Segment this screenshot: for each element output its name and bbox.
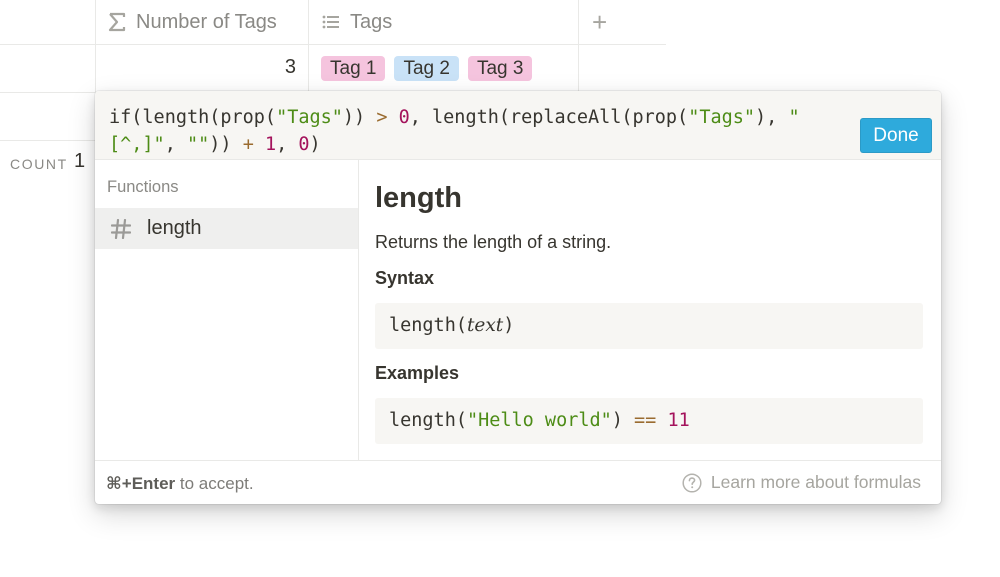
syntax-function: length( [389, 315, 467, 336]
help-circle-icon [682, 472, 702, 493]
table-header: Number of Tags Tags + [0, 0, 666, 45]
hint-text: to accept. [175, 474, 254, 493]
learn-more-label: Learn more about formulas [710, 472, 921, 492]
column-header-label: Tags [350, 10, 393, 33]
tag-pill: Tag 2 [394, 56, 459, 81]
column-divider [308, 0, 309, 92]
column-header-tags[interactable]: Tags [322, 0, 392, 44]
code-token: 1 [264, 134, 277, 155]
hash-icon [111, 218, 131, 239]
formula-editor-popup: if(length(prop("Tags")) > 0, length(repl… [95, 91, 941, 504]
accept-hint: ⌘+Enter to accept. [106, 474, 254, 494]
code-token: + [242, 134, 254, 155]
function-detail: length Returns the length of a string. S… [359, 160, 941, 460]
code-token: ) [611, 410, 635, 431]
code-token: ) [309, 134, 321, 155]
code-token: 0 [398, 107, 410, 128]
code-token: )) [209, 134, 243, 155]
code-token: "" [186, 134, 210, 155]
code-token: , [164, 134, 187, 155]
code-token: 0 [298, 134, 310, 155]
formula-footer: ⌘+Enter to accept. Learn more about form… [95, 460, 941, 504]
add-column-button[interactable]: + [592, 0, 607, 44]
list-icon [322, 14, 340, 30]
tags-cell[interactable]: Tag 1 Tag 2 Tag 3 [321, 56, 533, 81]
code-token: , [276, 134, 299, 155]
code-token: > [376, 107, 388, 128]
code-token: "Tags" [276, 107, 343, 128]
code-token: "Tags" [688, 107, 756, 128]
number-of-tags-cell[interactable]: 3 [96, 44, 308, 92]
code-token: if(length(prop( [109, 107, 277, 128]
column-header-number-of-tags[interactable]: Number of Tags [108, 0, 277, 44]
formula-input[interactable]: if(length(prop("Tags")) > 0, length(repl… [109, 104, 829, 158]
function-title: length [375, 182, 462, 214]
example-code: length("Hello world") == 11 [375, 398, 923, 444]
count-label[interactable]: COUNT [10, 156, 68, 172]
function-description: Returns the length of a string. [375, 232, 612, 252]
code-token: , length(replaceAll(prop( [409, 107, 689, 128]
code-token: length( [389, 410, 467, 431]
functions-heading: Functions [107, 178, 179, 196]
syntax-heading: Syntax [375, 268, 435, 288]
sigma-icon [108, 12, 126, 32]
syntax-close: ) [503, 315, 515, 336]
column-header-label: Number of Tags [136, 10, 277, 33]
syntax-argument: text [466, 315, 504, 336]
function-item-length[interactable]: length [95, 208, 358, 249]
code-token: == [634, 410, 657, 431]
tag-pill: Tag 3 [467, 56, 533, 81]
formula-input-area[interactable]: if(length(prop("Tags")) > 0, length(repl… [95, 91, 941, 160]
code-token: )) [342, 107, 377, 128]
code-token: ), [755, 107, 789, 128]
code-token: 11 [667, 410, 690, 431]
shortcut-keys: ⌘+Enter [106, 474, 176, 493]
done-button[interactable]: Done [860, 118, 932, 153]
column-divider [578, 0, 579, 92]
examples-heading: Examples [375, 363, 460, 383]
row-divider [0, 140, 95, 141]
tag-pill: Tag 1 [321, 56, 386, 81]
syntax-code: length(text) [375, 303, 923, 349]
code-token: "Hello world" [466, 410, 612, 431]
functions-list: Functions length [95, 160, 359, 460]
plus-icon: + [592, 6, 608, 37]
learn-more-link[interactable]: Learn more about formulas [682, 472, 921, 493]
count-value: 1 [74, 150, 86, 172]
function-item-label: length [147, 217, 202, 239]
